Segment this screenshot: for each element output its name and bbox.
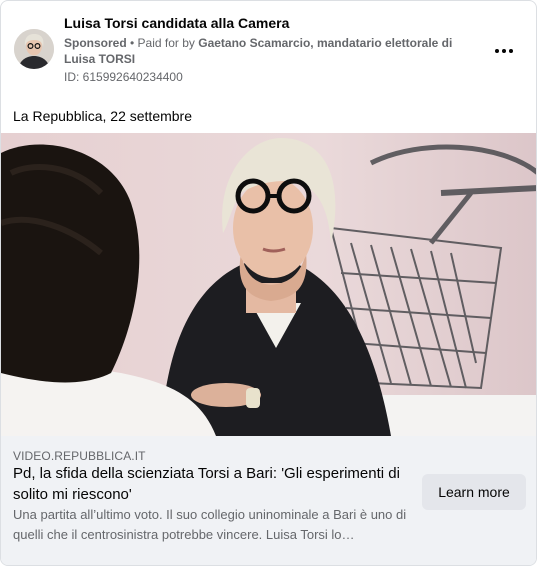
post-image[interactable] (1, 133, 536, 436)
more-options-icon-dot (509, 49, 513, 53)
link-headline[interactable]: Pd, la sfida della scienziata Torsi a Ba… (13, 463, 411, 505)
interview-photo (1, 133, 536, 436)
avatar-image (14, 29, 54, 69)
sponsored-label[interactable]: Sponsored (64, 36, 127, 50)
post-caption: La Repubblica, 22 settembre (13, 108, 192, 124)
ad-id: ID: 615992640234400 (64, 70, 183, 84)
more-options-button[interactable] (490, 37, 518, 65)
avatar[interactable] (14, 29, 54, 69)
sponsored-disclosure: Sponsored • Paid for by Gaetano Scamarci… (64, 35, 474, 67)
more-options-icon-dot (502, 49, 506, 53)
more-options-icon (495, 49, 499, 53)
link-preview[interactable]: VIDEO.REPUBBLICA.IT Pd, la sfida della s… (1, 436, 536, 565)
page-name[interactable]: Luisa Torsi candidata alla Camera (64, 15, 289, 31)
link-description: Una partita all’ultimo voto. Il suo coll… (13, 507, 407, 542)
learn-more-button[interactable]: Learn more (422, 474, 526, 510)
sponsored-post-card: Luisa Torsi candidata alla Camera Sponso… (0, 0, 537, 566)
post-header: Luisa Torsi candidata alla Camera Sponso… (1, 1, 536, 101)
separator: • (126, 36, 138, 50)
paid-for-prefix: Paid for by (137, 36, 199, 50)
link-domain: VIDEO.REPUBBLICA.IT (13, 449, 146, 463)
